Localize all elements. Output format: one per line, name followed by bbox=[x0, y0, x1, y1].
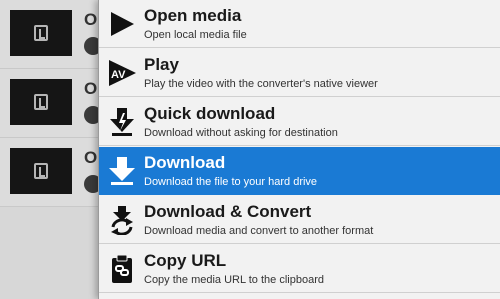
menu-item-title: Copy URL bbox=[144, 251, 227, 270]
menu-item-description: Copy the media URL to the clipboard bbox=[144, 274, 324, 286]
av-player-icon: AV bbox=[107, 58, 137, 88]
download-arrow-icon bbox=[107, 156, 137, 186]
menu-item-open-media[interactable]: Open media Open local media file bbox=[99, 0, 500, 48]
media-title: O bbox=[84, 79, 98, 98]
video-logo-icon bbox=[34, 94, 48, 110]
clipboard-link-icon bbox=[107, 254, 137, 284]
video-thumbnail[interactable] bbox=[10, 79, 72, 125]
video-thumbnail[interactable] bbox=[10, 10, 72, 56]
media-title: O bbox=[84, 148, 98, 167]
download-convert-icon bbox=[107, 205, 137, 235]
media-title: O bbox=[84, 10, 98, 29]
menu-item-title: Play bbox=[144, 55, 179, 74]
menu-item-description: Download media and convert to another fo… bbox=[144, 225, 374, 237]
menu-item-copy-url[interactable]: Copy URL Copy the media URL to the clipb… bbox=[99, 245, 500, 293]
menu-item-title: Download bbox=[144, 153, 226, 172]
menu-item-title: Open media bbox=[144, 6, 242, 25]
video-logo-icon bbox=[34, 163, 48, 179]
video-logo-icon bbox=[34, 25, 48, 41]
video-thumbnail[interactable] bbox=[10, 148, 72, 194]
play-triangle-icon bbox=[107, 9, 137, 39]
menu-item-description: Play the video with the converter's nati… bbox=[144, 78, 378, 90]
menu-item-download[interactable]: Download Download the file to your hard … bbox=[99, 147, 500, 195]
menu-item-description: Download the file to your hard drive bbox=[144, 176, 318, 188]
menu-item-title: Quick download bbox=[144, 104, 276, 123]
menu-item-download-convert[interactable]: Download & Convert Download media and co… bbox=[99, 196, 500, 244]
menu-item-title: Download & Convert bbox=[144, 202, 312, 221]
quick-download-icon bbox=[107, 107, 137, 137]
menu-item-description: Open local media file bbox=[144, 29, 247, 41]
context-menu: Open media Open local media file AV Play… bbox=[98, 0, 500, 299]
menu-item-quick-download[interactable]: Quick download Download without asking f… bbox=[99, 98, 500, 146]
menu-item-play[interactable]: AV Play Play the video with the converte… bbox=[99, 49, 500, 97]
menu-item-description: Download without asking for destination bbox=[144, 127, 338, 139]
svg-text:AV: AV bbox=[111, 69, 126, 81]
